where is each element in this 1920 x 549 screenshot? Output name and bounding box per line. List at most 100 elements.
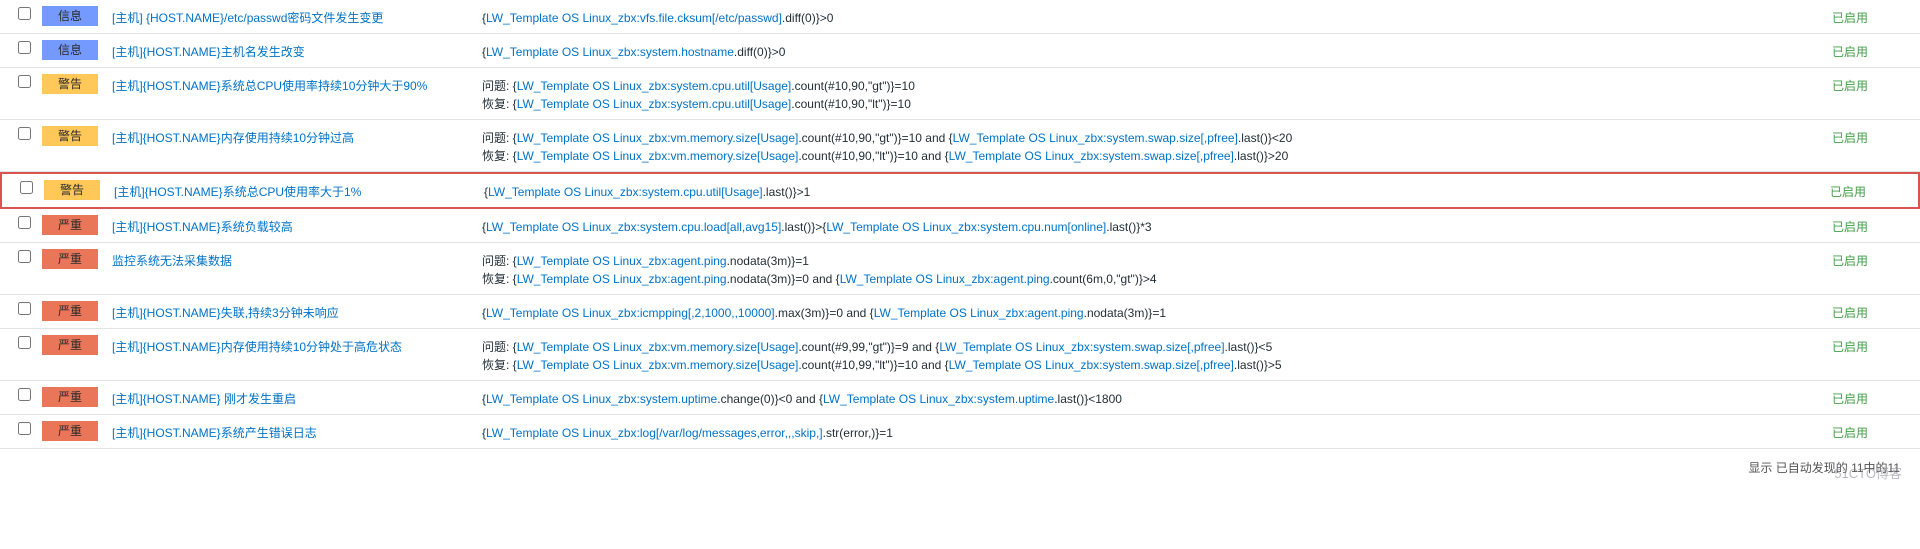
trigger-expression: 问题: {LW_Template OS Linux_zbx:vm.memory.… — [478, 335, 1828, 374]
severity-badge: 严重 — [42, 335, 98, 355]
trigger-expression: {LW_Template OS Linux_zbx:system.cpu.uti… — [480, 180, 1826, 201]
row-select-checkbox[interactable] — [20, 181, 33, 194]
expression-prefix: 问题: — [482, 131, 513, 145]
trigger-expression: {LW_Template OS Linux_zbx:icmpping[,2,10… — [478, 301, 1828, 322]
status-toggle[interactable]: 已启用 — [1830, 185, 1866, 199]
severity-badge: 信息 — [42, 6, 98, 26]
trigger-expression: {LW_Template OS Linux_zbx:system.hostnam… — [478, 40, 1828, 61]
expression-prefix: 问题: — [482, 254, 513, 268]
row-select-checkbox[interactable] — [18, 75, 31, 88]
status-toggle[interactable]: 已启用 — [1832, 11, 1868, 25]
trigger-expression: 问题: {LW_Template OS Linux_zbx:agent.ping… — [478, 249, 1828, 288]
trigger-expression: {LW_Template OS Linux_zbx:system.cpu.loa… — [478, 215, 1828, 236]
row-select-checkbox[interactable] — [18, 216, 31, 229]
row-select-checkbox[interactable] — [18, 422, 31, 435]
trigger-expression: {LW_Template OS Linux_zbx:system.uptime.… — [478, 387, 1828, 408]
trigger-name-link[interactable]: [主机] {HOST.NAME}/etc/passwd密码文件发生变更 — [112, 11, 383, 25]
template-item-link[interactable]: LW_Template OS Linux_zbx:vfs.file.cksum[… — [486, 11, 782, 25]
status-toggle[interactable]: 已启用 — [1832, 306, 1868, 320]
status-toggle[interactable]: 已启用 — [1832, 340, 1868, 354]
template-item-link[interactable]: LW_Template OS Linux_zbx:system.swap.siz… — [939, 340, 1224, 354]
trigger-row: 严重 [主机]{HOST.NAME}内存使用持续10分钟处于高危状态 问题: {LW… — [0, 329, 1920, 381]
trigger-row: 警告 [主机]{HOST.NAME}内存使用持续10分钟过高 问题: {LW_Tem… — [0, 120, 1920, 172]
template-item-link[interactable]: LW_Template OS Linux_zbx:system.cpu.num[… — [826, 220, 1106, 234]
trigger-row: 严重 [主机]{HOST.NAME}失联,持续3分钟未响应 {LW_Template… — [0, 295, 1920, 329]
trigger-expression: {LW_Template OS Linux_zbx:log[/var/log/m… — [478, 421, 1828, 442]
template-item-link[interactable]: LW_Template OS Linux_zbx:agent.ping — [517, 272, 727, 286]
footer-count-text: 显示 已自动发现的 11中的11 — [1748, 461, 1900, 475]
row-select-checkbox[interactable] — [18, 302, 31, 315]
row-select-checkbox[interactable] — [18, 41, 31, 54]
template-item-link[interactable]: LW_Template OS Linux_zbx:system.swap.siz… — [953, 131, 1238, 145]
severity-badge: 严重 — [42, 301, 98, 321]
severity-badge: 警告 — [44, 180, 100, 200]
trigger-row: 严重 [主机]{HOST.NAME}系统产生错误日志 {LW_Template OS… — [0, 415, 1920, 449]
trigger-expression: 问题: {LW_Template OS Linux_zbx:system.cpu… — [478, 74, 1828, 113]
severity-badge: 严重 — [42, 249, 98, 269]
trigger-row: 信息 [主机] {HOST.NAME}/etc/passwd密码文件发生变更 {LW… — [0, 0, 1920, 34]
trigger-row: 严重 [主机]{HOST.NAME}系统负载较高 {LW_Template OS L… — [0, 209, 1920, 243]
template-item-link[interactable]: LW_Template OS Linux_zbx:agent.ping — [874, 306, 1084, 320]
template-item-link[interactable]: LW_Template OS Linux_zbx:system.hostname — [486, 45, 734, 59]
template-item-link[interactable]: LW_Template OS Linux_zbx:system.swap.siz… — [949, 149, 1234, 163]
status-toggle[interactable]: 已启用 — [1832, 254, 1868, 268]
status-toggle[interactable]: 已启用 — [1832, 426, 1868, 440]
template-item-link[interactable]: LW_Template OS Linux_zbx:vm.memory.size[… — [517, 131, 799, 145]
status-toggle[interactable]: 已启用 — [1832, 392, 1868, 406]
trigger-name-link[interactable]: [主机]{HOST.NAME}内存使用持续10分钟过高 — [112, 131, 354, 145]
trigger-name-link[interactable]: [主机]{HOST.NAME} 刚才发生重启 — [112, 392, 296, 406]
row-select-checkbox[interactable] — [18, 127, 31, 140]
trigger-name-link[interactable]: [主机]{HOST.NAME}系统负载较高 — [112, 220, 293, 234]
expression-prefix: 问题: — [482, 79, 513, 93]
expression-prefix: 恢复: — [482, 358, 513, 372]
template-item-link[interactable]: LW_Template OS Linux_zbx:system.swap.siz… — [949, 358, 1234, 372]
trigger-name-link[interactable]: [主机]{HOST.NAME}内存使用持续10分钟处于高危状态 — [112, 340, 402, 354]
template-item-link[interactable]: LW_Template OS Linux_zbx:log[/var/log/me… — [486, 426, 823, 440]
template-item-link[interactable]: LW_Template OS Linux_zbx:vm.memory.size[… — [517, 340, 799, 354]
expression-prefix: 恢复: — [482, 97, 513, 111]
row-select-checkbox[interactable] — [18, 250, 31, 263]
trigger-expression: {LW_Template OS Linux_zbx:vfs.file.cksum… — [478, 6, 1828, 27]
trigger-name-link[interactable]: [主机]{HOST.NAME}系统产生错误日志 — [112, 426, 317, 440]
row-select-checkbox[interactable] — [18, 388, 31, 401]
template-item-link[interactable]: LW_Template OS Linux_zbx:icmpping[,2,100… — [486, 306, 775, 320]
template-item-link[interactable]: LW_Template OS Linux_zbx:vm.memory.size[… — [517, 149, 799, 163]
template-item-link[interactable]: LW_Template OS Linux_zbx:system.cpu.util… — [517, 79, 792, 93]
trigger-row: 信息 [主机]{HOST.NAME}主机名发生改变 {LW_Template OS … — [0, 34, 1920, 68]
template-item-link[interactable]: LW_Template OS Linux_zbx:agent.ping — [517, 254, 727, 268]
expression-prefix: 恢复: — [482, 272, 513, 286]
status-toggle[interactable]: 已启用 — [1832, 45, 1868, 59]
trigger-row: 严重 [主机]{HOST.NAME} 刚才发生重启 {LW_Template OS … — [0, 381, 1920, 415]
template-item-link[interactable]: LW_Template OS Linux_zbx:vm.memory.size[… — [517, 358, 799, 372]
trigger-name-link[interactable]: [主机]{HOST.NAME}系统总CPU使用率大于1% — [114, 185, 361, 199]
status-toggle[interactable]: 已启用 — [1832, 79, 1868, 93]
severity-badge: 严重 — [42, 387, 98, 407]
trigger-name-link[interactable]: 监控系统无法采集数据 — [112, 254, 232, 268]
row-select-checkbox[interactable] — [18, 336, 31, 349]
status-toggle[interactable]: 已启用 — [1832, 131, 1868, 145]
trigger-name-link[interactable]: [主机]{HOST.NAME}主机名发生改变 — [112, 45, 305, 59]
template-item-link[interactable]: LW_Template OS Linux_zbx:system.cpu.util… — [488, 185, 763, 199]
triggers-table: 信息 [主机] {HOST.NAME}/etc/passwd密码文件发生变更 {LW… — [0, 0, 1920, 449]
status-toggle[interactable]: 已启用 — [1832, 220, 1868, 234]
severity-badge: 严重 — [42, 421, 98, 441]
expression-prefix: 恢复: — [482, 149, 513, 163]
expression-prefix: 问题: — [482, 340, 513, 354]
template-item-link[interactable]: LW_Template OS Linux_zbx:system.uptime — [486, 392, 717, 406]
trigger-row: 严重监控系统无法采集数据 问题: {LW_Template OS Linux_zb… — [0, 243, 1920, 295]
row-select-checkbox[interactable] — [18, 7, 31, 20]
trigger-name-link[interactable]: [主机]{HOST.NAME}系统总CPU使用率持续10分钟大于90% — [112, 79, 427, 93]
template-item-link[interactable]: LW_Template OS Linux_zbx:system.cpu.util… — [517, 97, 792, 111]
trigger-expression: 问题: {LW_Template OS Linux_zbx:vm.memory.… — [478, 126, 1828, 165]
severity-badge: 警告 — [42, 126, 98, 146]
trigger-name-link[interactable]: [主机]{HOST.NAME}失联,持续3分钟未响应 — [112, 306, 339, 320]
table-footer: 显示 已自动发现的 11中的11 51CTO博客 — [0, 449, 1920, 486]
severity-badge: 信息 — [42, 40, 98, 60]
severity-badge: 警告 — [42, 74, 98, 94]
trigger-row: 警告 [主机]{HOST.NAME}系统总CPU使用率大于1% {LW_Templa… — [0, 172, 1920, 209]
template-item-link[interactable]: LW_Template OS Linux_zbx:agent.ping — [840, 272, 1050, 286]
template-item-link[interactable]: LW_Template OS Linux_zbx:system.uptime — [823, 392, 1054, 406]
trigger-row: 警告 [主机]{HOST.NAME}系统总CPU使用率持续10分钟大于90% 问题:… — [0, 68, 1920, 120]
template-item-link[interactable]: LW_Template OS Linux_zbx:system.cpu.load… — [486, 220, 781, 234]
severity-badge: 严重 — [42, 215, 98, 235]
